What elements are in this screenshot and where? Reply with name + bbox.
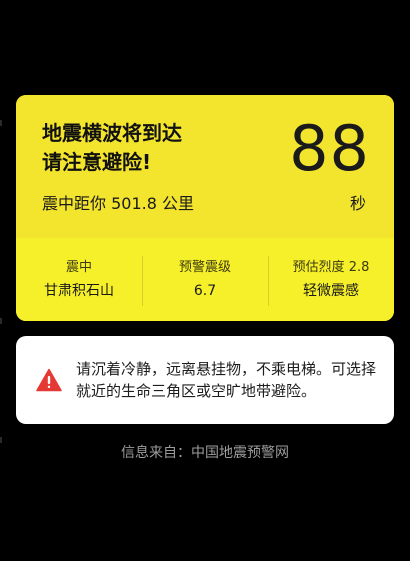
- alert-header: 地震横波将到达 请注意避险! 88 震中距你 501.8 公里 秒: [16, 95, 394, 238]
- headline-line-2: 请注意避险!: [42, 150, 152, 174]
- stat-label: 预估烈度 2.8: [292, 260, 370, 275]
- alert-headline: 地震横波将到达 请注意避险!: [42, 119, 182, 177]
- stat-value: 轻微震感: [303, 283, 359, 299]
- headline-line-1: 地震横波将到达: [42, 121, 182, 145]
- safety-advice-card: 请沉着冷静，远离悬挂物，不乘电梯。可选择就近的生命三角区或空旷地带避险。: [16, 336, 394, 424]
- safety-advice-text: 请沉着冷静，远离悬挂物，不乘电梯。可选择就近的生命三角区或空旷地带避险。: [76, 360, 377, 400]
- screen-edge-mark: [0, 318, 2, 324]
- screen-edge-mark: [0, 120, 2, 126]
- stat-value: 甘肃积石山: [44, 283, 114, 299]
- earthquake-alert-card: 地震横波将到达 请注意避险! 88 震中距你 501.8 公里 秒 震中 甘肃积…: [16, 95, 394, 321]
- screen-edge-mark: [0, 437, 2, 443]
- warning-triangle-icon: [36, 368, 62, 392]
- stat-epicenter: 震中 甘肃积石山: [16, 257, 142, 302]
- info-source: 信息来自：中国地震预警网: [121, 445, 289, 461]
- stat-magnitude: 预警震级 6.7: [142, 256, 268, 306]
- stat-label: 震中: [65, 260, 92, 275]
- alert-stats-row: 震中 甘肃积石山 预警震级 6.7 预估烈度 2.8 轻微震感: [16, 238, 394, 321]
- epicenter-distance: 震中距你 501.8 公里: [42, 194, 194, 213]
- stat-intensity: 预估烈度 2.8 轻微震感: [268, 256, 394, 306]
- countdown-unit: 秒: [349, 194, 366, 213]
- stat-value: 6.7: [193, 283, 217, 299]
- stat-label: 预警震级: [178, 260, 231, 275]
- countdown-seconds: 88: [289, 112, 370, 185]
